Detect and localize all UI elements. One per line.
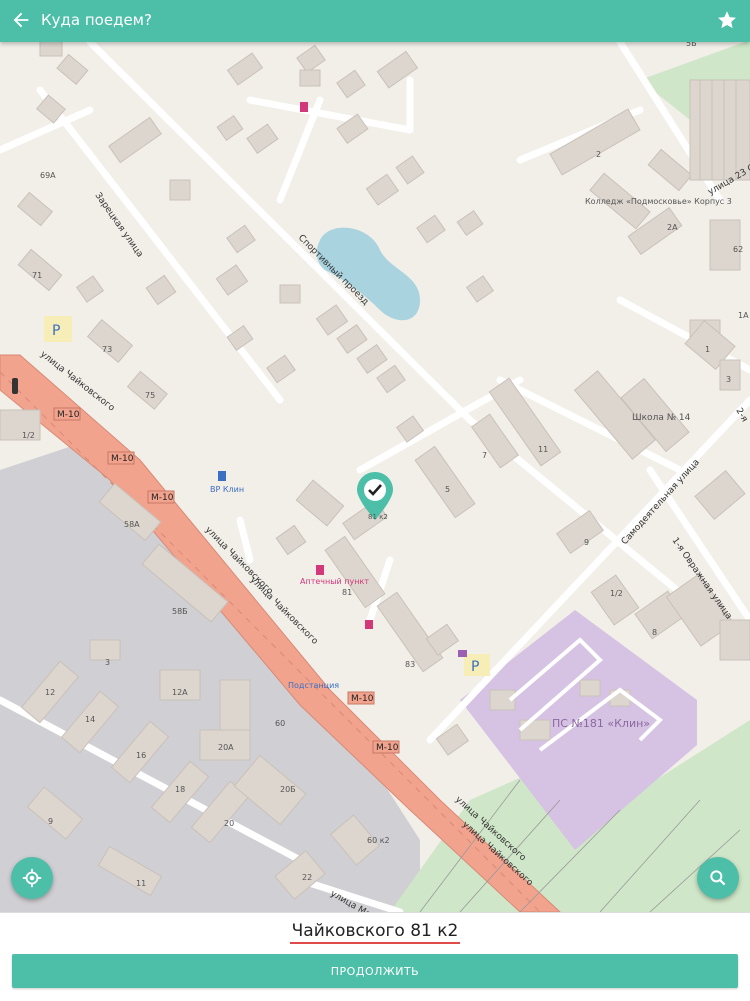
svg-text:20: 20 — [224, 819, 234, 828]
svg-text:М-10: М-10 — [351, 694, 374, 704]
svg-text:1/2: 1/2 — [610, 589, 623, 598]
poi-ps181: ПС №181 «Клин» — [552, 717, 650, 730]
street-2ya: 2-я — [733, 407, 749, 424]
bottom-panel: Чайковского 81 к2 ПРОДОЛЖИТЬ — [0, 912, 750, 1001]
svg-text:9: 9 — [48, 817, 53, 826]
shop-icon-3 — [300, 102, 308, 112]
app-bar: Куда поедем? — [0, 0, 750, 42]
back-arrow-icon[interactable] — [10, 9, 32, 31]
svg-text:11: 11 — [538, 445, 548, 454]
svg-text:3: 3 — [105, 658, 110, 667]
svg-text:1/2: 1/2 — [22, 431, 35, 440]
svg-text:1А: 1А — [738, 311, 749, 320]
svg-text:58А: 58А — [124, 520, 140, 529]
map-view[interactable]: Зарецкая улица Спортивный проезд улица Ч… — [0, 42, 750, 912]
poi-bp: BP Клин — [210, 485, 244, 494]
svg-text:18: 18 — [175, 785, 185, 794]
parking-icon-2: P — [471, 659, 479, 675]
search-icon — [708, 868, 728, 888]
poi-pharmacy: Аптечный пункт — [300, 577, 369, 586]
address-text: Чайковского 81 к2 — [290, 921, 461, 944]
shop-icon — [458, 650, 467, 657]
poi-college: Колледж «Подмосковье» Корпус 3 — [585, 197, 732, 206]
svg-text:60: 60 — [275, 719, 285, 728]
svg-text:71: 71 — [32, 271, 42, 280]
svg-text:20А: 20А — [218, 743, 234, 752]
search-button[interactable] — [697, 857, 739, 899]
svg-text:М-10: М-10 — [111, 454, 134, 464]
pharmacy-icon — [316, 565, 324, 575]
svg-text:2А: 2А — [667, 223, 678, 232]
svg-text:62: 62 — [733, 245, 743, 254]
svg-text:69А: 69А — [40, 171, 56, 180]
parking-icon: P — [52, 323, 60, 339]
my-location-button[interactable] — [11, 857, 53, 899]
svg-text:83: 83 — [405, 660, 415, 669]
svg-text:81: 81 — [342, 588, 352, 597]
svg-text:1: 1 — [705, 345, 710, 354]
svg-text:11: 11 — [136, 879, 146, 888]
svg-text:9: 9 — [584, 538, 589, 547]
poi-substation: Подстанция — [288, 681, 339, 690]
svg-text:М-10: М-10 — [376, 743, 399, 753]
svg-text:5Б: 5Б — [686, 42, 697, 48]
svg-text:7: 7 — [482, 451, 487, 460]
crosshair-icon — [21, 867, 43, 889]
svg-text:75: 75 — [145, 391, 155, 400]
continue-button[interactable]: ПРОДОЛЖИТЬ — [12, 954, 738, 988]
svg-text:22: 22 — [302, 873, 312, 882]
marker-label: 81 к2 — [368, 513, 388, 521]
fuel-icon — [218, 471, 226, 481]
star-icon[interactable] — [716, 9, 738, 31]
svg-text:12А: 12А — [172, 688, 188, 697]
poi-school: Школа № 14 — [632, 413, 691, 423]
address-field[interactable]: Чайковского 81 к2 — [0, 921, 750, 941]
traffic-light-icon — [12, 378, 18, 394]
svg-text:14: 14 — [85, 715, 95, 724]
svg-text:3: 3 — [726, 375, 731, 384]
svg-text:60 к2: 60 к2 — [367, 836, 390, 845]
street-zaretskaya: Зарецкая улица — [93, 191, 145, 259]
svg-text:20Б: 20Б — [280, 785, 296, 794]
svg-text:16: 16 — [136, 751, 146, 760]
garages — [690, 80, 750, 180]
svg-text:58Б: 58Б — [172, 607, 188, 616]
svg-text:М-10: М-10 — [57, 410, 80, 420]
page-title: Куда поедем? — [41, 11, 152, 29]
svg-text:12: 12 — [45, 688, 55, 697]
svg-text:73: 73 — [102, 345, 112, 354]
svg-text:5: 5 — [445, 485, 450, 494]
svg-text:8: 8 — [652, 628, 657, 637]
svg-text:2: 2 — [596, 150, 601, 159]
svg-text:М-10: М-10 — [151, 493, 174, 503]
shop-icon-2 — [365, 620, 373, 629]
